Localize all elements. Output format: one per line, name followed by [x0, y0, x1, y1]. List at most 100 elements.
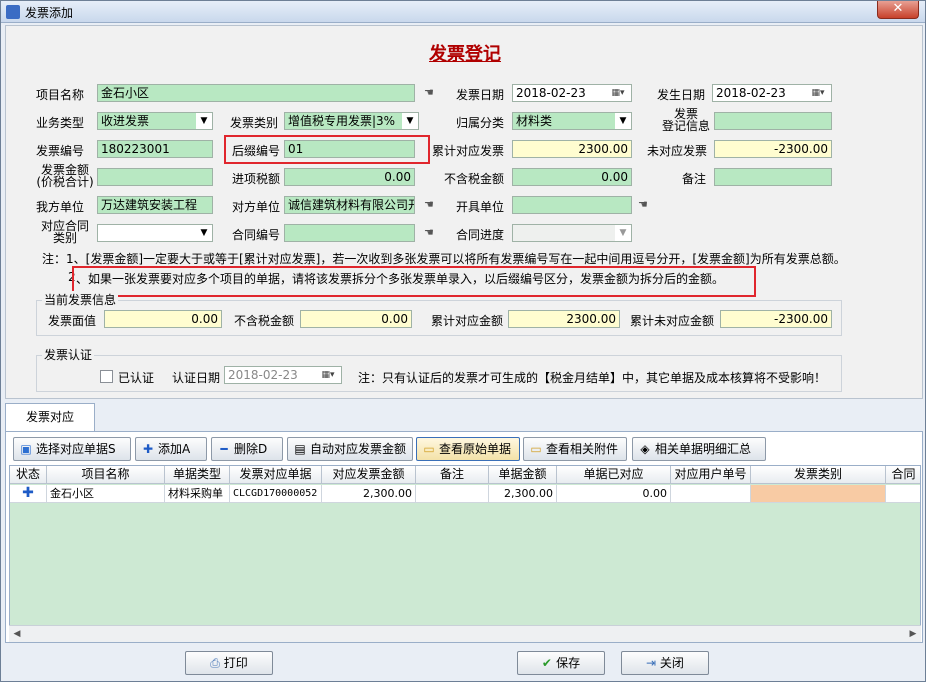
view-attachments-button[interactable]: ▭ 查看相关附件 — [523, 437, 627, 461]
calendar-dropdown-icon[interactable]: ▦▾ — [805, 85, 831, 101]
cum-invoice-label: 累计对应发票 — [432, 144, 505, 158]
column-header[interactable]: 项目名称 — [47, 466, 165, 484]
invoice-amount-field[interactable] — [97, 168, 213, 186]
summary-icon: ◈ — [640, 442, 650, 456]
chevron-down-icon[interactable]: ▼ — [615, 225, 631, 241]
contract-no-field[interactable] — [284, 224, 415, 242]
delete-button[interactable]: ━ 删除D — [211, 437, 283, 461]
counter-unit-field[interactable]: 诚信建筑材料有限公司开 — [284, 196, 415, 214]
folder-icon: ▭ — [530, 442, 542, 456]
chevron-down-icon[interactable]: ▼ — [196, 225, 212, 241]
column-header[interactable]: 对应发票金额 — [322, 466, 416, 484]
authenticated-checkbox[interactable] — [100, 370, 113, 383]
counter-unit-label: 对方单位 — [232, 200, 281, 214]
highlight-box-suffix — [224, 135, 430, 164]
cell-user-no[interactable] — [671, 485, 751, 503]
input-tax-field[interactable]: 0.00 — [284, 168, 415, 186]
calendar-dropdown-icon[interactable]: ▦▾ — [605, 85, 631, 101]
chevron-down-icon[interactable]: ▼ — [402, 113, 418, 129]
tab-invoice-match[interactable]: 发票对应 — [5, 403, 95, 431]
select-doc-button[interactable]: ▣ 选择对应单据S — [13, 437, 131, 461]
column-header[interactable]: 发票类别 — [751, 466, 886, 484]
contract-progress-select[interactable]: ▼ — [512, 224, 632, 242]
register-info-field[interactable] — [714, 112, 832, 130]
invoice-date-label: 发票日期 — [456, 88, 505, 102]
invoice-date-field[interactable]: 2018-02-23 ▦▾ — [512, 84, 632, 102]
chevron-down-icon[interactable]: ▼ — [196, 113, 212, 129]
close-button[interactable]: ⇥ 关闭 — [621, 651, 709, 675]
pointer-icon[interactable]: ☚ — [638, 199, 654, 210]
register-info-label: 发票 登记信息 — [661, 107, 710, 133]
contract-type-select[interactable]: ▼ — [97, 224, 213, 242]
auth-note: 注：只有认证后的发票才可生成的【税金月结单】中，其它单据及成本核算将不受影响！ — [358, 371, 827, 385]
calendar-dropdown-icon[interactable]: ▦▾ — [315, 367, 341, 383]
highlight-box-note — [72, 266, 756, 297]
plus-icon: ✚ — [142, 442, 154, 456]
cell-doc-no[interactable]: CLCGD170000052 — [230, 485, 322, 503]
chevron-down-icon[interactable]: ▼ — [615, 113, 631, 129]
cell-invoice-type[interactable] — [751, 485, 886, 503]
column-header[interactable]: 发票对应单据 — [230, 466, 322, 484]
minus-icon: ━ — [220, 442, 228, 456]
column-header[interactable]: 单据已对应 — [557, 466, 671, 484]
save-button[interactable]: ✔ 保存 — [517, 651, 605, 675]
cum-invoice-field: 2300.00 — [512, 140, 632, 158]
invoice-no-label: 发票编号 — [36, 144, 85, 158]
our-unit-field[interactable]: 万达建筑安装工程 — [97, 196, 213, 214]
close-window-button[interactable]: ✕ — [877, 1, 919, 19]
tab-bar: 发票对应 — [5, 401, 923, 431]
uncum-amount-label: 累计未对应金额 — [630, 314, 715, 328]
occur-date-field[interactable]: 2018-02-23 ▦▾ — [712, 84, 832, 102]
issuer-field[interactable] — [512, 196, 632, 214]
our-unit-label: 我方单位 — [36, 200, 85, 214]
cell-matched[interactable]: 0.00 — [557, 485, 671, 503]
remark-field[interactable] — [714, 168, 832, 186]
cell-contract[interactable] — [886, 485, 920, 503]
column-header[interactable]: 单据类型 — [165, 466, 230, 484]
category-select[interactable]: 材料类 ▼ — [512, 112, 632, 130]
auth-date-label: 认证日期 — [172, 371, 221, 385]
scroll-right-icon[interactable]: ▶ — [905, 626, 921, 642]
column-header[interactable]: 状态 — [10, 466, 47, 484]
cell-remark[interactable] — [416, 485, 489, 503]
ex-tax-field[interactable]: 0.00 — [512, 168, 632, 186]
note-line-1: 注：1、[发票金额]一定要大于或等于[累计对应发票]，若一次收到多张发票可以将所… — [42, 252, 846, 266]
auth-title: 发票认证 — [42, 346, 95, 363]
auto-match-button[interactable]: ▤ 自动对应发票金额 — [287, 437, 413, 461]
pointer-icon[interactable]: ☚ — [424, 199, 440, 210]
add-button[interactable]: ✚ 添加A — [135, 437, 207, 461]
summary-button[interactable]: ◈ 相关单据明细汇总 — [632, 437, 766, 461]
issuer-label: 开具单位 — [456, 200, 505, 214]
uncum-amount-field: -2300.00 — [720, 310, 832, 328]
column-header[interactable]: 备注 — [416, 466, 489, 484]
uncorresponded-label: 未对应发票 — [647, 144, 708, 158]
window-title: 发票添加 — [25, 6, 74, 20]
row-status-icon[interactable]: ✚ — [10, 485, 47, 503]
invoice-no-field[interactable]: 180223001 — [97, 140, 213, 158]
app-icon — [6, 5, 20, 19]
view-original-button[interactable]: ▭ 查看原始单据 — [416, 437, 520, 461]
cell-doc-type[interactable]: 材料采购单 — [165, 485, 230, 503]
check-icon: ✔ — [541, 656, 557, 670]
cell-project-name[interactable]: 金石小区 — [47, 485, 165, 503]
contract-progress-label: 合同进度 — [456, 228, 505, 242]
cell-doc-amount[interactable]: 2,300.00 — [489, 485, 557, 503]
invoice-type-select[interactable]: 增值税专用发票|3% ▼ — [284, 112, 419, 130]
horizontal-scrollbar[interactable]: ◀ ▶ — [9, 625, 921, 642]
auth-date-field[interactable]: 2018-02-23 ▦▾ — [224, 366, 342, 384]
ex-tax-label: 不含税金额 — [444, 172, 505, 186]
project-name-field[interactable]: 金石小区 — [97, 84, 415, 102]
print-button[interactable]: ⎙ 打印 — [185, 651, 273, 675]
column-header[interactable]: 对应用户单号 — [671, 466, 751, 484]
business-type-select[interactable]: 收进发票 ▼ — [97, 112, 213, 130]
pointer-icon[interactable]: ☚ — [424, 87, 440, 98]
column-header[interactable]: 合同 — [886, 466, 920, 484]
pointer-icon[interactable]: ☚ — [424, 227, 440, 238]
current-ex-tax-label: 不含税金额 — [234, 314, 295, 328]
cell-invoice-amount[interactable]: 2,300.00 — [322, 485, 416, 503]
business-type-label: 业务类型 — [36, 116, 85, 130]
column-header[interactable]: 单据金额 — [489, 466, 557, 484]
current-ex-tax-field: 0.00 — [300, 310, 412, 328]
scroll-left-icon[interactable]: ◀ — [9, 626, 25, 642]
project-name-label: 项目名称 — [36, 88, 85, 102]
